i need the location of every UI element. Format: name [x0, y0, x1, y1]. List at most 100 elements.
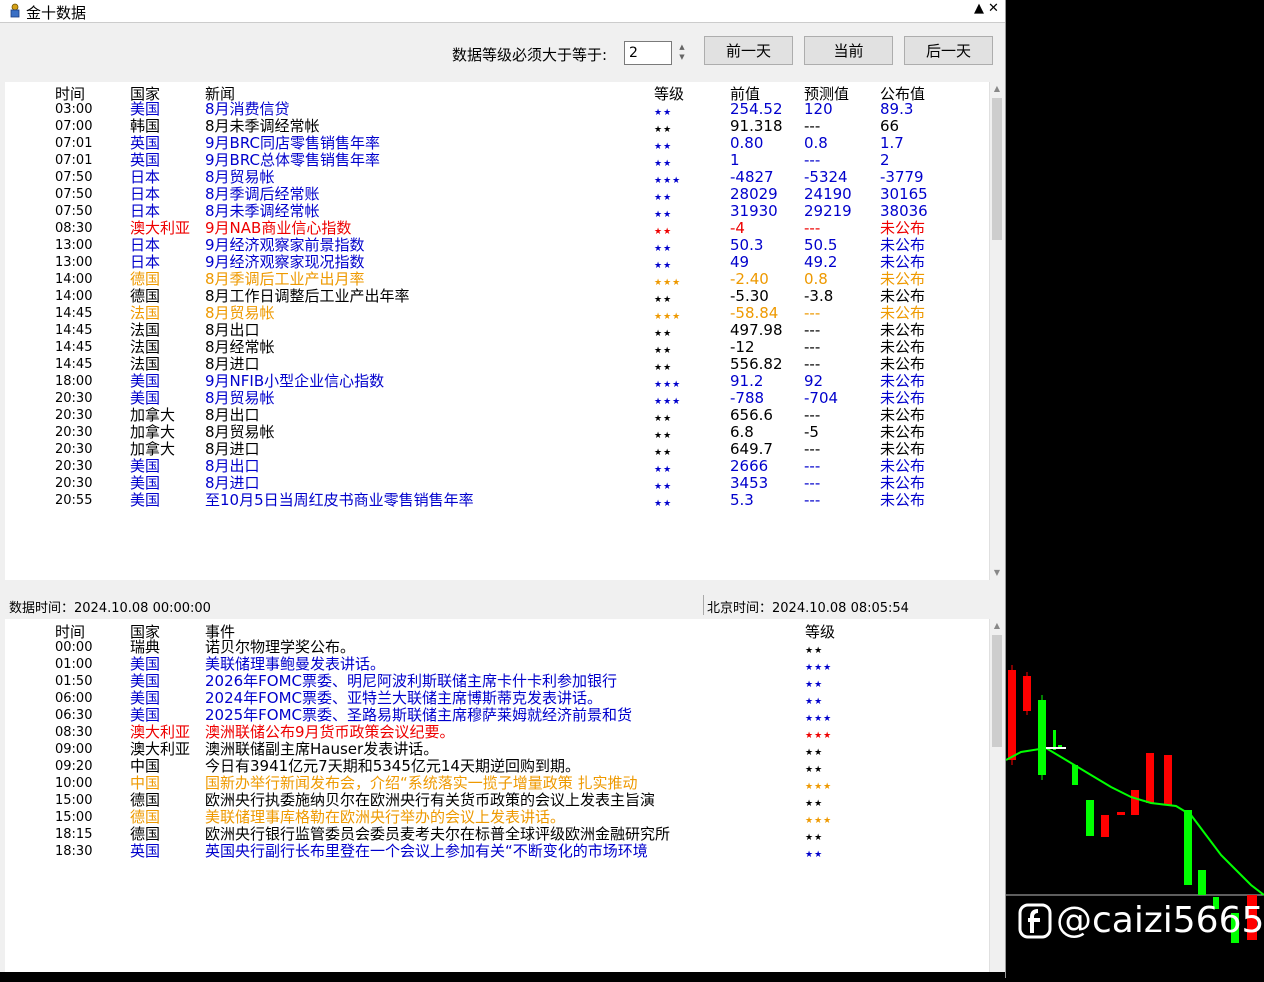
cell-country: 法国	[130, 355, 161, 373]
table-row[interactable]: 14:00 德国 8月季调后工业产出月率 ★★★ -2.40 0.8 未公布	[5, 270, 985, 289]
table-row[interactable]: 20:30 加拿大 8月进口 ★★ 649.7 --- 未公布	[5, 440, 985, 459]
table-row[interactable]: 14:45 法国 8月经常帐 ★★ -12 --- 未公布	[5, 339, 985, 357]
table-row[interactable]: 07:50 日本 8月季调后经常账 ★★ 28029 24190 30165	[5, 186, 985, 204]
cell-time: 14:00	[55, 289, 93, 304]
cell-news: 8月贸易帐	[205, 423, 275, 441]
cell-country: 韩国	[130, 117, 161, 135]
app-icon	[10, 3, 20, 18]
list-item[interactable]: 15:00 德国 欧洲央行执委施纳贝尔在欧洲央行有关货币政策的会议上发表主旨演 ★★	[5, 792, 985, 810]
table-row[interactable]: 03:00 美国 8月消费信贷 ★★ 254.52 120 89.3	[5, 100, 985, 119]
table-row[interactable]: 08:30 澳大利亚 9月NAB商业信心指数 ★★ -4 --- 未公布	[5, 219, 985, 238]
list-item[interactable]: 18:30 英国 英国央行副行长布里登在一个会议上参加有关“不断变化的市场环境 ★★	[5, 842, 985, 861]
cell-country: 德国	[130, 270, 161, 288]
cell-time: 20:30	[55, 476, 93, 491]
cell-prev: 556.82	[730, 355, 783, 373]
scroll-up-icon[interactable]: ▲	[990, 619, 1004, 633]
cell-event: 诺贝尔物理学奖公布。	[205, 639, 356, 656]
table-row[interactable]: 14:45 法国 8月贸易帐 ★★★ -58.84 --- 未公布	[5, 305, 985, 323]
table-row[interactable]: 07:00 韩国 8月未季调经常帐 ★★ 91.318 --- 66	[5, 117, 985, 136]
list-item[interactable]: 00:00 瑞典 诺贝尔物理学奖公布。 ★★	[5, 639, 985, 657]
list-item[interactable]: 15:00 德国 美联储理事库格勒在欧洲央行举办的会议上发表讲话。 ★★★	[5, 809, 985, 827]
list-item[interactable]: 06:30 美国 2025年FOMC票委、圣路易斯联储主席穆萨莱姆就经济前景和货 ★★…	[5, 707, 985, 725]
cell-country: 英国	[130, 842, 161, 860]
data-scrollbar[interactable]: ▲ ▼	[989, 82, 1004, 580]
table-row[interactable]: 20:30 美国 8月贸易帐 ★★★ -788 -704 未公布	[5, 389, 985, 408]
cell-forecast: 92	[804, 372, 824, 390]
list-item[interactable]: 09:00 澳大利亚 澳洲联储副主席Hauser发表讲话。 ★★	[5, 741, 985, 759]
cell-actual: 未公布	[880, 321, 926, 339]
list-item[interactable]: 08:30 澳大利亚 澳洲联储公布9月货币政策会议纪要。 ★★★	[5, 724, 985, 742]
list-item[interactable]: 18:15 德国 欧洲央行银行监管委员会委员麦考夫尔在标普全球评级欧洲金融研究所 ★★	[5, 825, 985, 844]
cell-time: 20:30	[55, 391, 93, 406]
list-item[interactable]: 09:20 中国 今日有3941亿元7天期和5345亿元14天期逆回购到期。 ★★	[5, 757, 985, 776]
list-item[interactable]: 01:00 美国 美联储理事鲍曼发表讲话。 ★★★	[5, 656, 985, 674]
header-country: 国家	[130, 85, 161, 103]
cell-news: 8月工作日调整后工业产出年率	[205, 287, 410, 305]
table-row[interactable]: 14:00 德国 8月工作日调整后工业产出年率 ★★ -5.30 -3.8 未公布	[5, 287, 985, 306]
table-row[interactable]: 20:30 加拿大 8月出口 ★★ 656.6 --- 未公布	[5, 406, 985, 425]
scroll-down-icon[interactable]: ▼	[990, 566, 1004, 580]
cell-prev: 31930	[730, 202, 778, 220]
cell-forecast: 0.8	[804, 270, 828, 288]
table-row[interactable]: 07:01 英国 9月BRC同店零售销售年率 ★★ 0.80 0.8 1.7	[5, 134, 985, 153]
next-day-button[interactable]: 后一天	[904, 36, 993, 65]
cell-prev: 91.318	[730, 117, 783, 135]
table-row[interactable]: 20:30 加拿大 8月贸易帐 ★★ 6.8 -5 未公布	[5, 423, 985, 442]
cell-country: 德国	[130, 825, 161, 843]
cell-actual: 89.3	[880, 100, 914, 118]
header-level: 等级	[654, 85, 685, 103]
scroll-up-icon[interactable]: ▲	[990, 82, 1004, 96]
table-row[interactable]: 14:45 法国 8月出口 ★★ 497.98 --- 未公布	[5, 321, 985, 340]
cell-prev: -4827	[730, 168, 774, 186]
cell-actual: 未公布	[880, 474, 926, 492]
status-bar: 数据时间：2024.10.08 00:00:00 北京时间：2024.10.08…	[0, 595, 1005, 616]
cell-country: 加拿大	[130, 406, 176, 424]
window-title: 金十数据	[26, 4, 87, 22]
cell-time: 03:00	[55, 102, 93, 117]
header-actual: 公布值	[880, 85, 926, 103]
scroll-thumb[interactable]	[992, 635, 1002, 747]
cell-country: 法国	[130, 321, 161, 339]
close-icon[interactable]: ✕	[988, 1, 999, 16]
cell-forecast: 120	[804, 100, 833, 118]
level-spinner[interactable]: ▲ ▼	[677, 42, 687, 64]
cell-news: 9月NAB商业信心指数	[205, 219, 352, 237]
table-row[interactable]: 07:01 英国 9月BRC总体零售销售年率 ★★ 1 --- 2	[5, 151, 985, 170]
table-row[interactable]: 13:00 日本 9月经济观察家现况指数 ★★ 49 49.2 未公布	[5, 254, 985, 272]
cell-country: 日本	[130, 236, 161, 254]
event-scrollbar[interactable]: ▲	[989, 619, 1004, 972]
table-row[interactable]: 07:50 日本 8月贸易帐 ★★★ -4827 -5324 -3779	[5, 168, 985, 187]
list-item[interactable]: 01:50 美国 2026年FOMC票委、明尼阿波利斯联储主席卡什卡利参加银行 ★★	[5, 673, 985, 691]
cell-news: 9月BRC总体零售销售年率	[205, 151, 380, 169]
cell-time: 20:30	[55, 442, 93, 457]
cell-country: 中国	[130, 757, 161, 775]
beijing-time: 北京时间：2024.10.08 08:05:54	[707, 601, 909, 616]
cell-news: 8月出口	[205, 406, 260, 424]
table-row[interactable]: 07:50 日本 8月未季调经常帐 ★★ 31930 29219 38036	[5, 202, 985, 221]
cell-actual: 1.7	[880, 134, 904, 152]
prev-day-button[interactable]: 前一天	[704, 36, 793, 65]
cell-actual: 未公布	[880, 457, 926, 475]
cell-news: 8月季调后工业产出月率	[205, 270, 365, 288]
scroll-thumb[interactable]	[992, 98, 1002, 240]
cell-news: 8月出口	[205, 321, 260, 339]
table-row[interactable]: 18:00 美国 9月NFIB小型企业信心指数 ★★★ 91.2 92 未公布	[5, 372, 985, 391]
table-row[interactable]: 20:30 美国 8月进口 ★★ 3453 --- 未公布	[5, 474, 985, 493]
table-row[interactable]: 20:55 美国 至10月5日当周红皮书商业零售销售年率 ★★ 5.3 --- 未公布	[5, 491, 985, 510]
list-item[interactable]: 06:00 美国 2024年FOMC票委、亚特兰大联储主席博斯蒂克发表讲话。 ★★	[5, 690, 985, 708]
cell-forecast: -3.8	[804, 287, 834, 305]
cell-forecast: ---	[804, 117, 821, 135]
cell-forecast: -704	[804, 389, 839, 407]
cell-country: 美国	[130, 389, 161, 407]
cell-country: 加拿大	[130, 440, 176, 458]
cell-country: 美国	[130, 491, 161, 509]
cell-country: 日本	[130, 168, 161, 186]
cell-time: 01:00	[55, 657, 93, 672]
level-input[interactable]	[624, 41, 672, 65]
table-row[interactable]: 14:45 法国 8月进口 ★★ 556.82 --- 未公布	[5, 355, 985, 374]
today-button[interactable]: 当前	[804, 36, 893, 65]
list-item[interactable]: 10:00 中国 国新办举行新闻发布会，介绍“系统落实一揽子增量政策 扎实推动 ★★★	[5, 775, 985, 793]
table-row[interactable]: 13:00 日本 9月经济观察家前景指数 ★★ 50.3 50.5 未公布	[5, 236, 985, 255]
minimize-icon[interactable]: ▲	[974, 1, 984, 16]
table-row[interactable]: 20:30 美国 8月出口 ★★ 2666 --- 未公布	[5, 457, 985, 476]
